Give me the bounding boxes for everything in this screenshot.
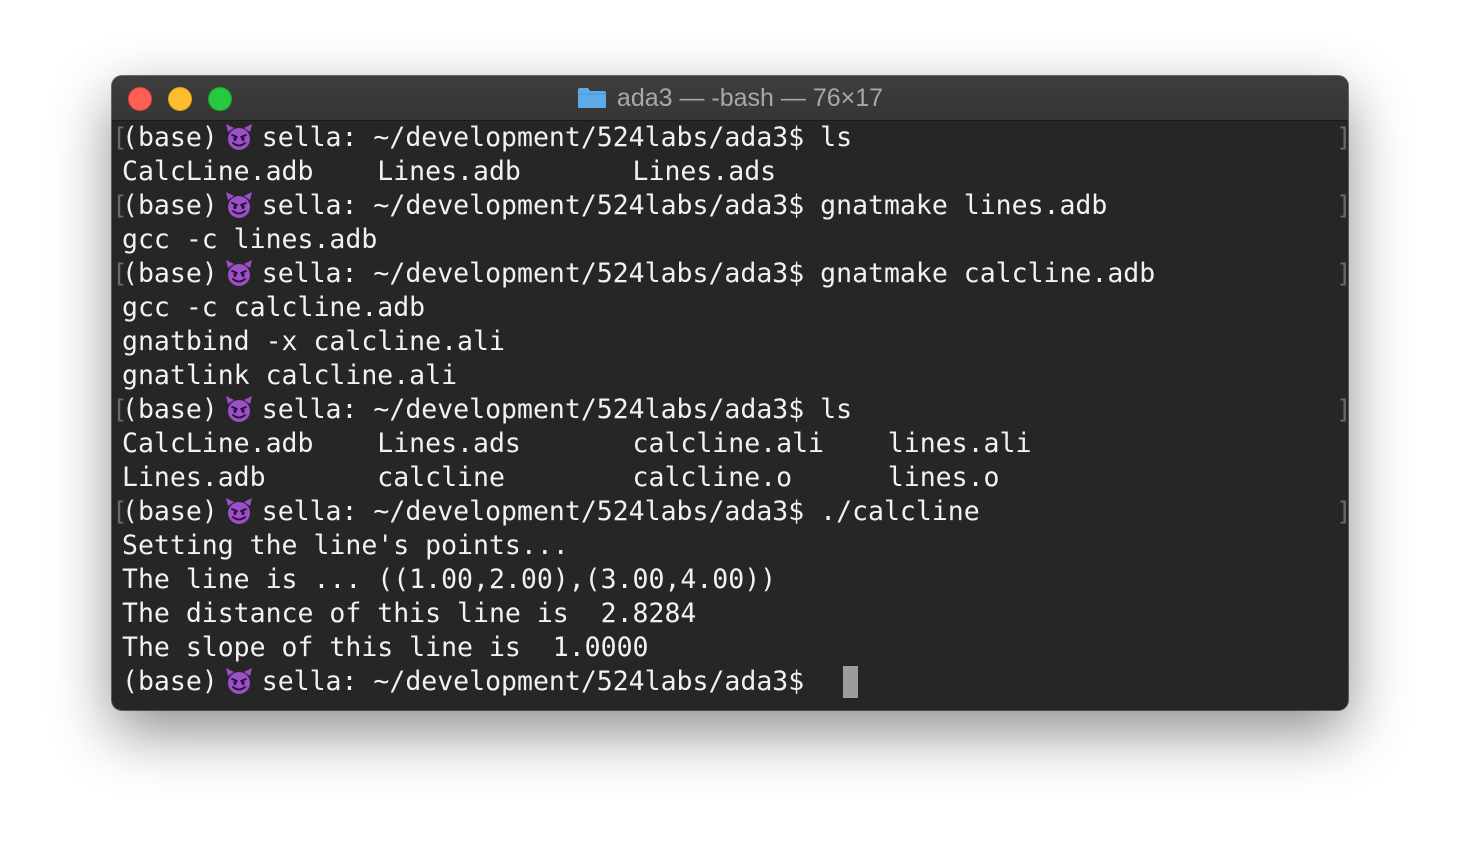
mark-bracket-right: ]	[1336, 121, 1348, 155]
command: gnatmake calcline.adb	[820, 258, 1156, 289]
prompt-line: (base) sella: ~/development/524labs/ada3$…	[122, 122, 853, 153]
smiling-devil-icon	[224, 497, 254, 525]
command: ls	[820, 394, 853, 425]
prompt-line: (base) sella: ~/development/524labs/ada3$…	[122, 496, 980, 527]
command: gnatmake lines.adb	[820, 190, 1108, 221]
window-title-group: ada3 — -bash — 76×17	[112, 76, 1348, 120]
output-line: The distance of this line is 2.8284	[122, 598, 697, 629]
smiling-devil-icon	[224, 123, 254, 151]
prompt-line: (base) sella: ~/development/524labs/ada3$…	[122, 394, 853, 425]
terminal-window[interactable]: ada3 — -bash — 76×17 [ (base) sella: ~/de…	[112, 76, 1348, 710]
terminal-content[interactable]: [ (base) sella: ~/development/524labs/ada…	[112, 121, 1348, 710]
output-line: CalcLine.adb Lines.ads calcline.ali line…	[122, 428, 1032, 459]
output-line: Lines.adb calcline calcline.o lines.o	[122, 462, 1000, 493]
command: ls	[820, 122, 853, 153]
smiling-devil-icon	[224, 259, 254, 287]
output-line: gnatbind -x calcline.ali	[122, 326, 505, 357]
output-line: The slope of this line is 1.0000	[122, 632, 649, 663]
title-bar[interactable]: ada3 — -bash — 76×17	[112, 76, 1348, 121]
mark-bracket-right: ]	[1336, 189, 1348, 223]
prompt-line: (base) sella: ~/development/524labs/ada3$…	[122, 258, 1156, 289]
output-line: gcc -c lines.adb	[122, 224, 378, 255]
mark-bracket-right: ]	[1336, 257, 1348, 291]
output-line: gcc -c calcline.adb	[122, 292, 426, 323]
text-cursor	[843, 666, 858, 698]
current-prompt-line[interactable]: (base) sella: ~/development/524labs/ada3$	[122, 665, 804, 699]
smiling-devil-icon	[224, 667, 254, 695]
command: ./calcline	[820, 496, 980, 527]
smiling-devil-icon	[224, 395, 254, 423]
window-title: ada3 — -bash — 76×17	[616, 83, 884, 112]
output-line: Setting the line's points...	[122, 530, 569, 561]
mark-bracket-right: ]	[1336, 495, 1348, 529]
smiling-devil-icon	[224, 191, 254, 219]
prompt-line: (base) sella: ~/development/524labs/ada3$…	[122, 190, 1108, 221]
output-line: gnatlink calcline.ali	[122, 360, 458, 391]
output-line: CalcLine.adb Lines.adb Lines.ads	[122, 156, 777, 187]
folder-icon	[577, 88, 606, 108]
output-line: The line is ... ((1.00,2.00),(3.00,4.00)…	[122, 564, 777, 595]
mark-bracket-right: ]	[1336, 393, 1348, 427]
